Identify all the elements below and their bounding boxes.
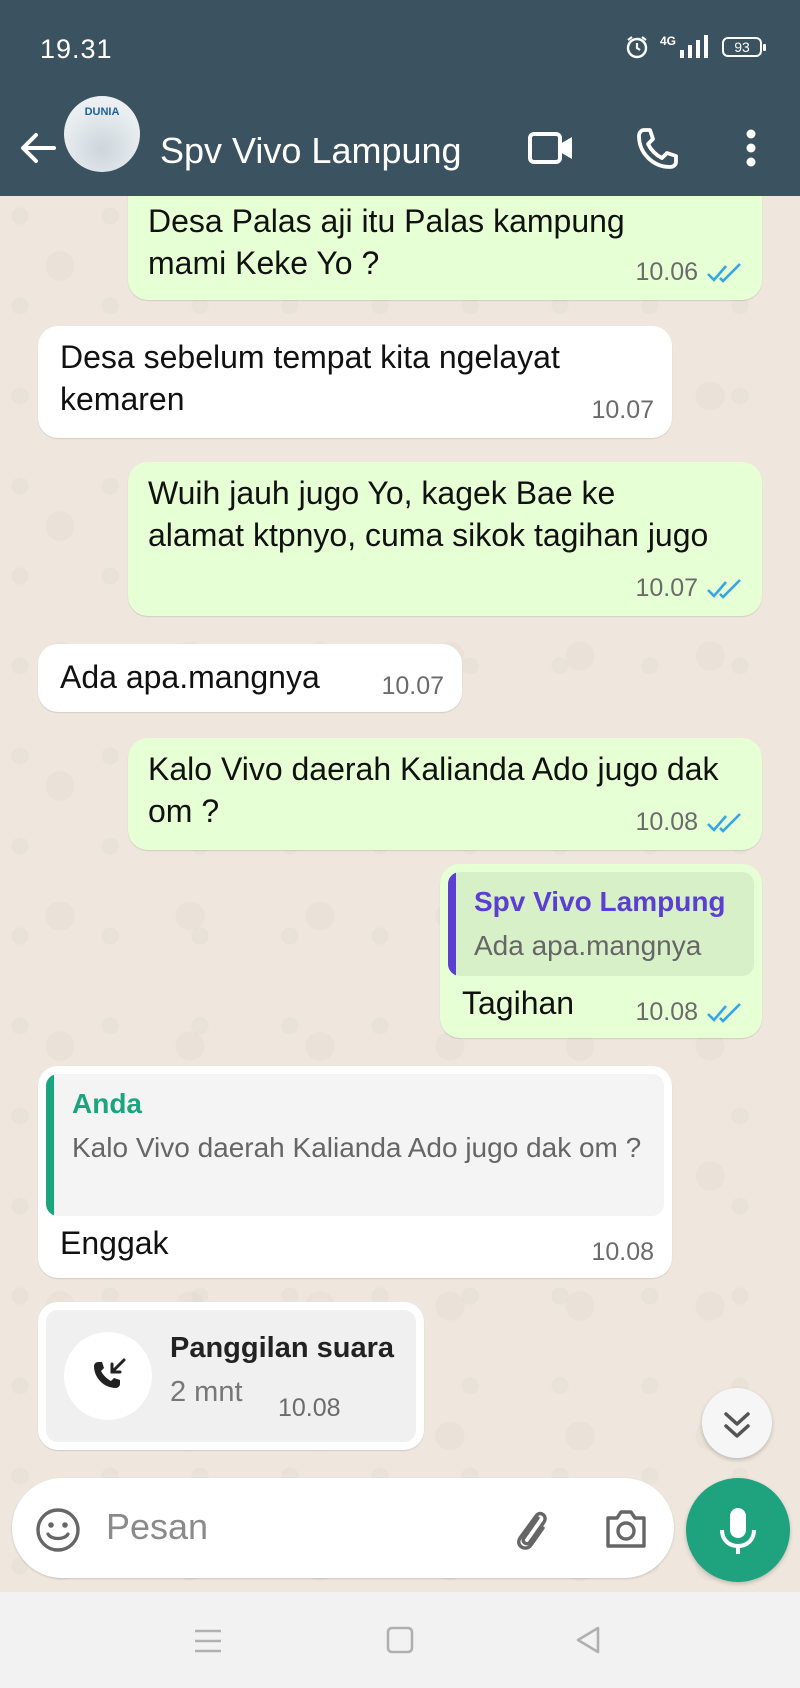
menu-nav-icon[interactable]	[192, 1626, 224, 1656]
back-nav-icon[interactable]	[572, 1624, 604, 1656]
message-text: Wuih jauh jugo Yo, kagek Bae ke alamat k…	[148, 475, 709, 553]
voice-call-icon[interactable]	[634, 124, 682, 172]
message-incoming-reply[interactable]: Anda Kalo Vivo daerah Kalianda Ado jugo …	[38, 1066, 672, 1278]
camera-icon[interactable]	[602, 1506, 650, 1552]
system-nav-bar	[0, 1592, 800, 1688]
message-input[interactable]: Pesan	[106, 1506, 208, 1548]
quoted-message[interactable]: Anda Kalo Vivo daerah Kalianda Ado jugo …	[46, 1074, 664, 1216]
video-call-icon[interactable]	[527, 124, 575, 172]
message-composer[interactable]: Pesan	[12, 1478, 674, 1578]
contact-avatar[interactable]: DUNIA	[64, 96, 140, 172]
incoming-call-icon	[94, 1358, 126, 1388]
scroll-to-bottom-button[interactable]	[702, 1388, 772, 1458]
message-time: 10.08	[635, 998, 698, 1026]
message-text: Tagihan	[462, 985, 575, 1021]
read-receipt-icon	[707, 262, 741, 283]
quoted-message[interactable]: Spv Vivo Lampung Ada apa.mangnya	[448, 872, 754, 976]
message-time: 10.06	[635, 258, 698, 286]
back-arrow-icon[interactable]	[16, 126, 60, 170]
message-time: 10.08	[278, 1394, 341, 1422]
message-outgoing-reply[interactable]: Spv Vivo Lampung Ada apa.mangnya Tagihan…	[440, 864, 762, 1038]
attach-icon[interactable]	[508, 1504, 552, 1554]
message-time: 10.07	[381, 672, 444, 700]
double-chevron-down-icon	[724, 1412, 750, 1438]
message-outgoing[interactable]: Kalo Vivo daerah Kalianda Ado jugo dak o…	[128, 738, 762, 850]
call-icon-circle	[64, 1332, 152, 1420]
quote-author: Spv Vivo Lampung	[474, 886, 726, 917]
status-time: 19.31	[40, 34, 113, 64]
voice-record-button[interactable]	[686, 1478, 790, 1582]
read-receipt-icon	[707, 578, 741, 599]
read-receipt-icon	[707, 812, 741, 833]
contact-name[interactable]: Spv Vivo Lampung	[160, 130, 462, 172]
quote-text: Kalo Vivo daerah Kalianda Ado jugo dak o…	[72, 1132, 642, 1163]
message-outgoing[interactable]: Desa Palas aji itu Palas kampung mami Ke…	[128, 196, 762, 300]
call-duration: 2 mnt	[170, 1376, 243, 1408]
status-bar: 19.31 4G 93	[0, 0, 800, 98]
home-nav-icon[interactable]	[384, 1624, 416, 1656]
status-icons: 4G 93	[624, 34, 766, 60]
quote-text: Ada apa.mangnya	[474, 930, 702, 961]
avatar-logo-text: DUNIA	[84, 106, 120, 118]
quote-accent-bar	[448, 872, 456, 976]
message-incoming[interactable]: Desa sebelum tempat kita ngelayat kemare…	[38, 326, 672, 438]
message-text: Desa sebelum tempat kita ngelayat kemare…	[60, 339, 560, 417]
quote-accent-bar	[46, 1074, 54, 1216]
signal-icon	[680, 35, 708, 58]
message-time: 10.07	[591, 396, 654, 424]
message-time: 10.08	[591, 1238, 654, 1266]
message-time: 10.08	[635, 808, 698, 836]
chat-header: DUNIA Spv Vivo Lampung	[0, 96, 800, 196]
message-text: Desa Palas aji itu Palas kampung mami Ke…	[148, 203, 625, 281]
message-time: 10.07	[635, 574, 698, 602]
message-meta: 10.08	[591, 1238, 654, 1267]
quote-author: Anda	[72, 1088, 142, 1119]
message-meta: 10.07	[635, 574, 744, 603]
read-receipt-icon	[707, 1002, 741, 1023]
message-voice-call[interactable]: Panggilan suara 2 mnt 10.08	[38, 1302, 424, 1450]
microphone-icon	[720, 1508, 756, 1554]
message-meta: 10.07	[591, 396, 654, 425]
battery-icon: 93	[722, 37, 766, 57]
call-card[interactable]: Panggilan suara 2 mnt 10.08	[46, 1310, 416, 1442]
message-incoming[interactable]: Ada apa.mangnya 10.07	[38, 644, 462, 712]
message-text: Enggak	[60, 1225, 169, 1261]
message-meta: 10.08	[635, 998, 744, 1027]
message-meta: 10.06	[635, 258, 744, 287]
network-type-label: 4G	[659, 34, 676, 48]
call-title: Panggilan suara	[170, 1332, 395, 1364]
message-meta: 10.07	[381, 672, 444, 701]
message-outgoing[interactable]: Wuih jauh jugo Yo, kagek Bae ke alamat k…	[128, 462, 762, 616]
alarm-icon	[626, 36, 648, 59]
emoji-icon[interactable]	[34, 1506, 82, 1554]
message-meta: 10.08	[635, 808, 744, 837]
message-text: Ada apa.mangnya	[60, 659, 320, 695]
chat-area[interactable]: Desa Palas aji itu Palas kampung mami Ke…	[0, 196, 800, 1592]
more-options-icon[interactable]	[727, 124, 775, 172]
